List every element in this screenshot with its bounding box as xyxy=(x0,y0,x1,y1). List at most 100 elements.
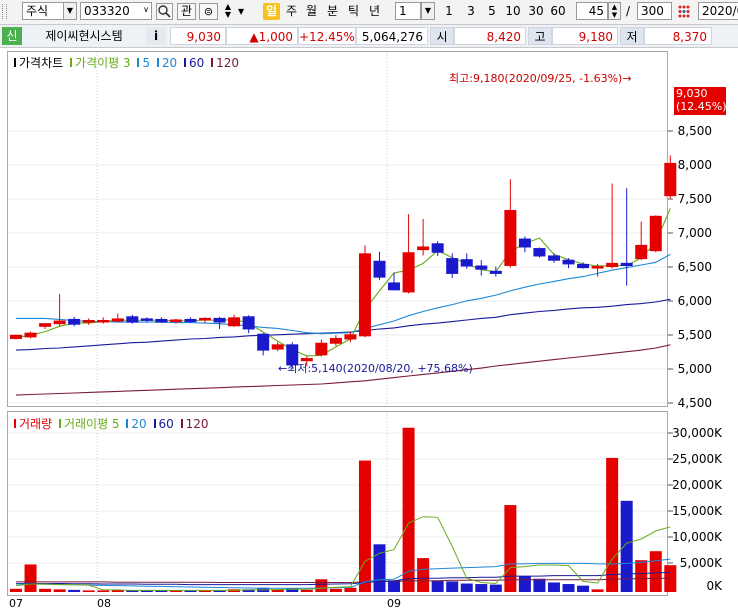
price-tick: 5,500 xyxy=(677,328,712,342)
candle-body xyxy=(126,316,139,323)
volume-bar xyxy=(562,584,575,592)
candle-body xyxy=(111,318,124,322)
volume-bar xyxy=(329,588,342,592)
volume-bar xyxy=(82,590,95,592)
volume-bar xyxy=(10,588,22,592)
legend-marker xyxy=(70,58,72,67)
candle-body xyxy=(518,238,531,248)
price-tick: 6,500 xyxy=(677,260,712,274)
candle-body xyxy=(489,270,502,274)
candle-body xyxy=(140,318,153,321)
legend-volume-ma20: 20 xyxy=(131,417,147,431)
legend-price-ma60: 60 xyxy=(189,56,205,70)
legend-marker xyxy=(14,58,16,67)
volume-legend: 거래량 거래이평 5 20 60 120 xyxy=(14,415,209,432)
legend-marker xyxy=(156,58,159,67)
current-price-tag: 9,030 (12.45%) xyxy=(674,87,727,115)
volume-bar xyxy=(475,584,488,592)
candle-body xyxy=(53,320,66,325)
candle-body xyxy=(169,319,182,323)
volume-bar xyxy=(577,585,590,592)
legend-price-chart: 가격차트 xyxy=(19,56,64,70)
x-label-09: 09 xyxy=(387,597,401,610)
volume-bar xyxy=(402,427,415,592)
candle-body xyxy=(228,317,241,327)
volume-bar xyxy=(446,581,459,592)
candle-body xyxy=(97,319,110,323)
candle-body xyxy=(577,263,590,269)
candle-body xyxy=(315,342,328,356)
legend-volume-ma60: 60 xyxy=(158,417,174,431)
legend-price-ma20: 20 xyxy=(161,56,178,70)
candle-body xyxy=(184,318,197,323)
candle-body xyxy=(82,319,95,323)
price-tick: 6,000 xyxy=(677,294,712,308)
candle-body xyxy=(446,258,459,274)
volume-tick: 20,000K xyxy=(672,478,722,492)
price-ma20-line xyxy=(16,253,671,335)
price-tick: 8,500 xyxy=(677,124,712,138)
price-ma3-line xyxy=(15,208,671,357)
price-tick: 7,000 xyxy=(677,226,712,240)
volume-bar xyxy=(504,505,517,592)
candle-body xyxy=(475,265,488,270)
candle-body xyxy=(329,337,342,344)
candle-body xyxy=(24,332,37,338)
volume-ma120-line xyxy=(16,577,671,583)
volume-bar xyxy=(97,590,110,592)
legend-volume-ma5: 거래이평 5 xyxy=(63,417,120,431)
volume-bar xyxy=(68,589,81,592)
candle-body xyxy=(606,262,619,268)
legend-volume-ma120: 120 xyxy=(185,417,209,431)
candle-body xyxy=(344,334,357,340)
volume-tick: 0K xyxy=(706,579,722,593)
chart-canvas[interactable] xyxy=(0,0,738,611)
volume-bar xyxy=(489,584,502,592)
candle-body xyxy=(649,215,662,252)
volume-bar xyxy=(417,558,430,592)
volume-bar xyxy=(388,580,401,592)
candle-body xyxy=(155,318,168,323)
volume-bar xyxy=(591,589,604,592)
volume-bar xyxy=(547,582,560,592)
candle-body xyxy=(664,162,677,197)
x-label-07: 07 xyxy=(9,597,23,610)
candle-body xyxy=(373,260,386,278)
legend-volume: 거래량 xyxy=(19,417,53,431)
candle-body xyxy=(417,246,430,251)
price-tick: 5,000 xyxy=(677,362,712,376)
volume-tick: 15,000K xyxy=(672,504,722,518)
candle-body xyxy=(242,316,255,330)
candle-body xyxy=(199,317,212,321)
legend-price-ma5: 5 xyxy=(142,56,151,70)
candle-body xyxy=(271,344,284,350)
volume-bar xyxy=(53,589,66,592)
low-annotation: ←최저:5,140(2020/08/20, +75.68%) xyxy=(278,362,473,375)
candle-body xyxy=(533,248,546,257)
volume-bar xyxy=(518,576,531,592)
candle-body xyxy=(68,318,81,325)
volume-bar xyxy=(24,564,37,592)
legend-marker xyxy=(211,58,214,67)
candle-body xyxy=(591,266,604,269)
volume-tick: 30,000K xyxy=(672,426,722,440)
volume-bar xyxy=(460,583,473,592)
candle-body xyxy=(10,334,22,339)
candle-body xyxy=(562,259,575,265)
legend-marker xyxy=(137,58,140,67)
candle-body xyxy=(39,323,52,327)
volume-bar xyxy=(635,560,648,592)
volume-bar xyxy=(431,580,444,592)
legend-marker xyxy=(14,419,16,428)
volume-tick: 10,000K xyxy=(672,530,722,544)
legend-price-ma3: 가격이평 3 xyxy=(75,56,131,70)
price-tick: 4,500 xyxy=(677,396,712,410)
candle-body xyxy=(504,209,517,266)
candle-body xyxy=(388,282,401,291)
legend-marker xyxy=(126,419,129,428)
legend-marker xyxy=(58,419,61,428)
legend-marker xyxy=(180,419,183,428)
volume-bar xyxy=(344,587,357,592)
price-legend: 가격차트 가격이평 3 5 20 60 120 xyxy=(14,54,239,71)
price-tick: 8,000 xyxy=(677,158,712,172)
